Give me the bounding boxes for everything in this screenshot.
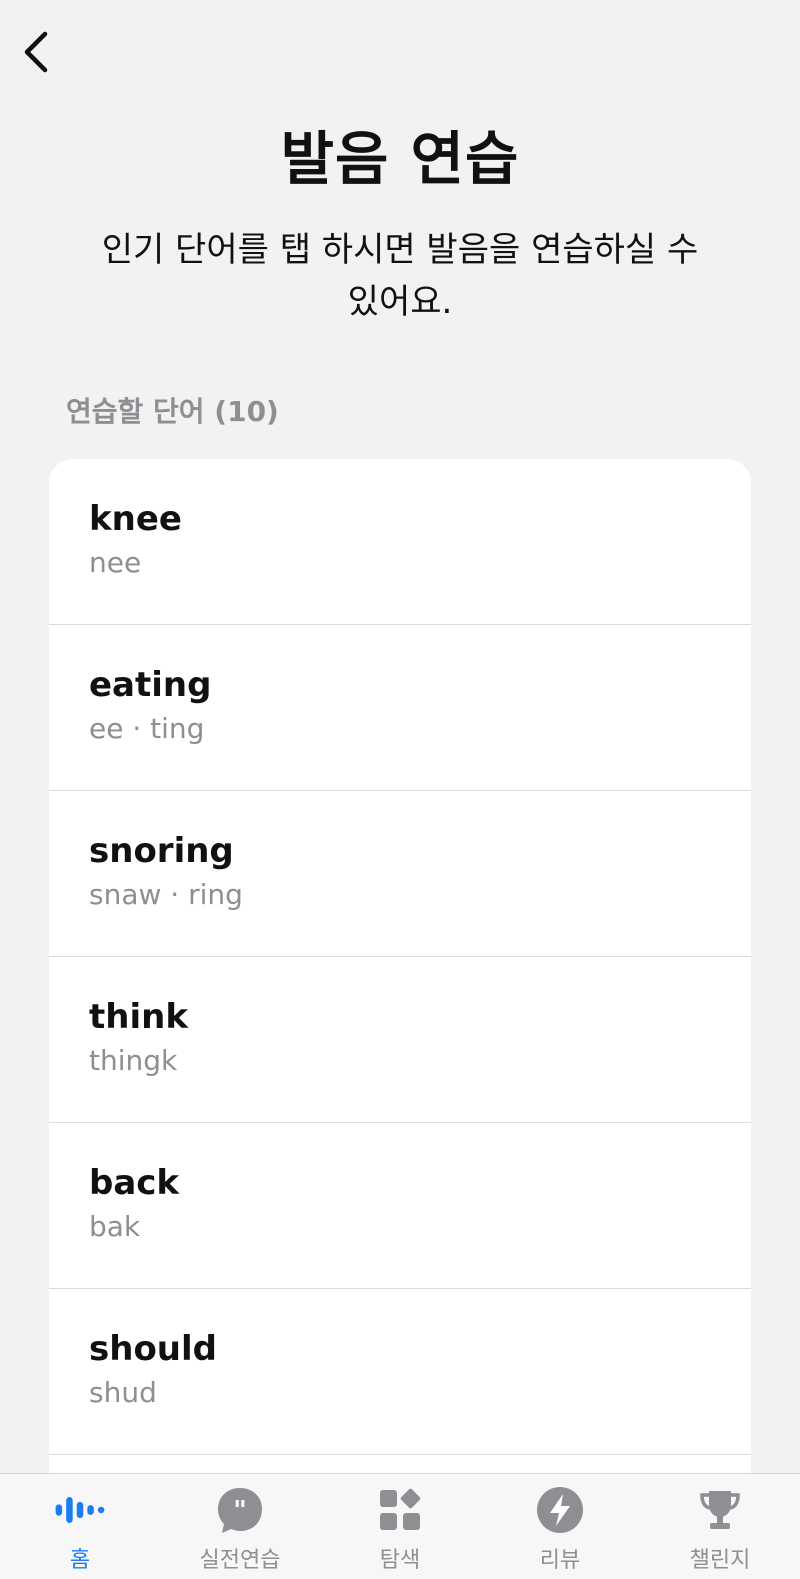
tab-label: 탐색 bbox=[379, 1548, 421, 1573]
word-text: snoring bbox=[89, 831, 234, 871]
tab-label: 실전연습 bbox=[199, 1548, 281, 1573]
tab-challenge[interactable]: 챌린지 bbox=[640, 1474, 800, 1579]
word-text: eating bbox=[89, 665, 212, 705]
lightning-icon bbox=[534, 1484, 586, 1536]
word-row[interactable]: should shud bbox=[49, 1289, 751, 1455]
word-text: should bbox=[89, 1329, 217, 1369]
tab-label: 홈 bbox=[69, 1548, 91, 1573]
chevron-left-icon bbox=[24, 31, 48, 73]
tab-label: 리뷰 bbox=[539, 1548, 581, 1573]
tab-bar: 홈 " 실전연습 탐색 리뷰 챌린지 bbox=[0, 1473, 800, 1579]
trophy-icon bbox=[694, 1484, 746, 1536]
waveform-icon bbox=[54, 1484, 106, 1536]
page-title: 발음 연습 bbox=[280, 125, 520, 193]
word-phonetic: nee bbox=[89, 546, 142, 579]
quote-bubble-icon: " bbox=[214, 1484, 266, 1536]
section-header: 연습할 단어 (10) bbox=[66, 395, 279, 428]
word-phonetic: ee · ting bbox=[89, 712, 205, 745]
tab-home[interactable]: 홈 bbox=[0, 1474, 160, 1579]
word-phonetic: thingk bbox=[89, 1044, 178, 1077]
grid-icon bbox=[374, 1484, 426, 1536]
word-row[interactable]: knee nee bbox=[49, 459, 751, 625]
word-row[interactable]: back bak bbox=[49, 1123, 751, 1289]
word-phonetic: bak bbox=[89, 1210, 141, 1243]
tab-review[interactable]: 리뷰 bbox=[480, 1474, 640, 1579]
back-button[interactable] bbox=[8, 24, 64, 80]
page-subtitle: 인기 단어를 탭 하시면 발음을 연습하실 수 있어요. bbox=[101, 230, 699, 322]
svg-text:": " bbox=[233, 1496, 247, 1526]
word-text: think bbox=[89, 997, 188, 1037]
word-row[interactable]: eating ee · ting bbox=[49, 625, 751, 791]
word-row[interactable]: snoring snaw · ring bbox=[49, 791, 751, 957]
pronunciation-practice-screen: 발음 연습 인기 단어를 탭 하시면 발음을 연습하실 수 있어요. 연습할 단… bbox=[0, 0, 800, 1579]
tab-label: 챌린지 bbox=[689, 1548, 751, 1573]
word-row[interactable]: think thingk bbox=[49, 957, 751, 1123]
tab-practice[interactable]: " 실전연습 bbox=[160, 1474, 320, 1579]
word-text: knee bbox=[89, 499, 182, 539]
word-phonetic: shud bbox=[89, 1376, 157, 1409]
word-text: back bbox=[89, 1163, 180, 1203]
tab-explore[interactable]: 탐색 bbox=[320, 1474, 480, 1579]
word-list: knee nee eating ee · ting snoring snaw ·… bbox=[49, 459, 751, 1579]
word-phonetic: snaw · ring bbox=[89, 878, 243, 911]
